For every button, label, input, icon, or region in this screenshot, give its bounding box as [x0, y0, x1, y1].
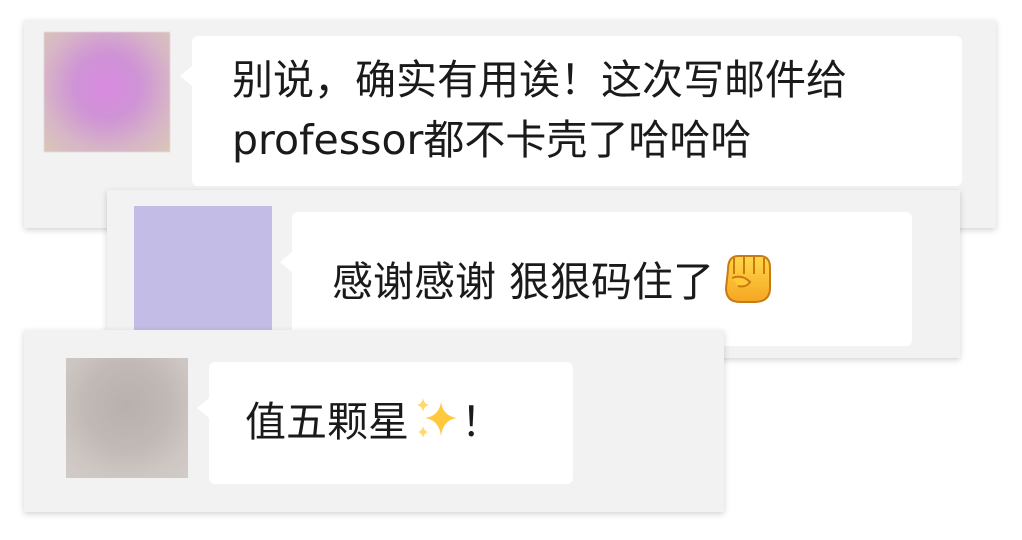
message-bubble: 值五颗星 ！ [197, 362, 573, 484]
avatar [66, 358, 188, 478]
message-text: 值五颗星 [245, 398, 409, 446]
message-suffix: ！ [461, 398, 502, 446]
comment-screenshot: 别说，确实有用诶！这次写邮件给 professor都不卡壳了哈哈哈 感谢感谢 狠… [0, 0, 1022, 540]
avatar [134, 206, 272, 338]
message-text-line: 值五颗星 ！ [245, 392, 573, 452]
comment-card-3: 值五颗星 ！ [24, 330, 724, 512]
sparkle-icon [411, 394, 461, 444]
fist-icon [720, 248, 774, 304]
message-bubble: 感谢感谢 狠狠码住了 [280, 212, 912, 346]
avatar [44, 32, 170, 152]
message-text-line-1: 别说，确实有用诶！这次写邮件给 [232, 56, 847, 104]
message-bubble: 别说，确实有用诶！这次写邮件给 professor都不卡壳了哈哈哈 [180, 36, 962, 186]
message-text-line-2: professor都不卡壳了哈哈哈 [232, 116, 752, 164]
message-text-line: 感谢感谢 狠狠码住了 [332, 248, 912, 312]
message-text: 感谢感谢 狠狠码住了 [332, 258, 715, 306]
